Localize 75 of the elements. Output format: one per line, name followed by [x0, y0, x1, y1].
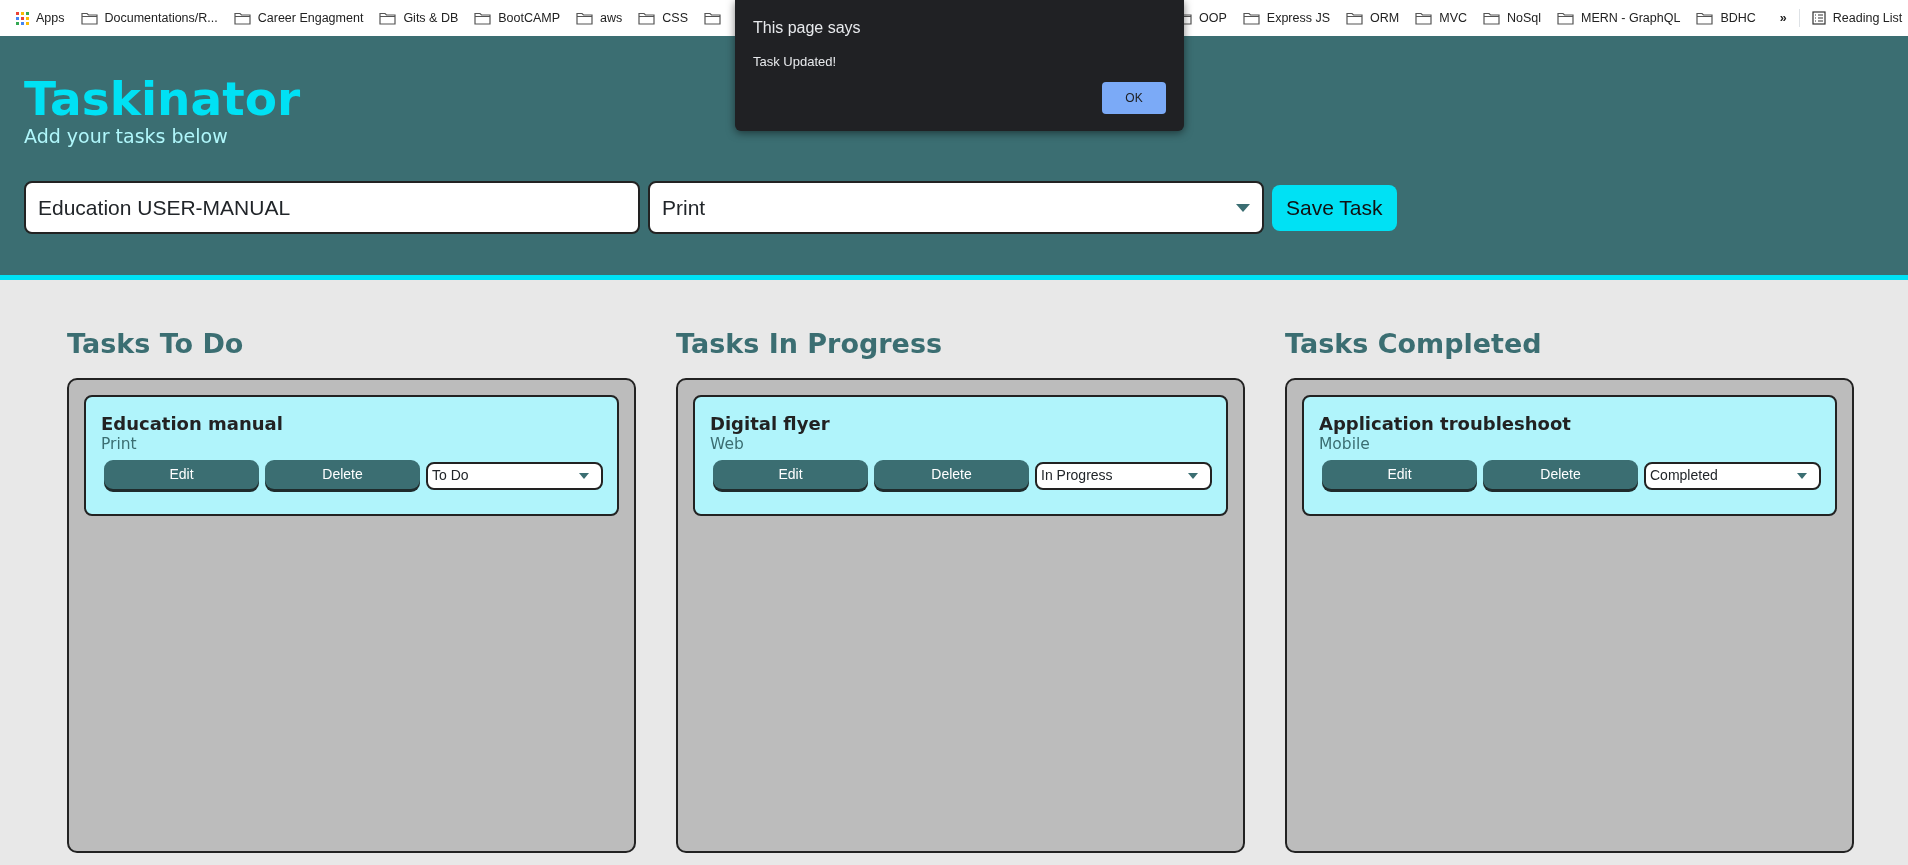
caret-icon: [579, 472, 589, 479]
apps-grid-icon: [16, 11, 29, 25]
bookmark-folder[interactable]: Career Engagment: [229, 6, 368, 30]
bookmark-label: Express JS: [1266, 9, 1331, 27]
bookmark-folder[interactable]: Gits & DB: [375, 6, 463, 30]
bookmark-label: Documentations/R...: [104, 9, 218, 27]
edit-button[interactable]: Edit: [104, 460, 259, 490]
folder-icon: [1415, 11, 1433, 25]
bookmark-folder[interactable]: BootCAMP: [470, 6, 565, 30]
save-task-button[interactable]: Save Task: [1272, 185, 1397, 231]
task-name: Education manual: [101, 413, 284, 435]
dialog-message: Task Updated!: [753, 53, 838, 71]
bookmark-label: Apps: [36, 9, 65, 27]
folder-icon: [1346, 11, 1364, 25]
status-select[interactable]: In Progress: [1035, 461, 1212, 490]
task-name: Digital flyer: [710, 413, 831, 435]
bookmark-folder[interactable]: MERN - GraphQL: [1553, 6, 1685, 30]
edit-button[interactable]: Edit: [1322, 460, 1477, 490]
bookmark-label: NoSql: [1507, 9, 1542, 27]
edit-button[interactable]: Edit: [713, 460, 868, 490]
folder-icon: [1242, 11, 1260, 25]
column-title: Tasks To Do: [67, 328, 245, 361]
folder-icon: [1483, 11, 1500, 25]
bookmark-label: CSS: [662, 9, 689, 27]
bookmark-label: ORM: [1370, 9, 1400, 27]
bookmark-folder[interactable]: CSS: [634, 6, 693, 30]
delete-button[interactable]: Delete: [1483, 460, 1638, 490]
folder-icon: [1557, 11, 1575, 25]
task-name-field[interactable]: Education USER-MANUAL: [24, 181, 640, 235]
bookmark-label: MERN - GraphQL: [1581, 9, 1681, 27]
folder-icon: [576, 11, 594, 25]
list-icon: [1811, 11, 1826, 25]
overflow-chevron[interactable]: »: [1775, 6, 1791, 30]
folder-icon: [80, 11, 98, 25]
app-subtitle: Add your tasks below: [24, 124, 228, 148]
delete-button[interactable]: Delete: [874, 460, 1029, 490]
folder-icon: [379, 11, 397, 25]
bookmark-folder[interactable]: aws: [572, 6, 627, 30]
status-select[interactable]: To Do: [426, 461, 603, 490]
bookmark-folder[interactable]: NoSql: [1479, 6, 1546, 30]
caret-icon: [1188, 472, 1198, 479]
status-select[interactable]: Completed: [1644, 461, 1821, 490]
caret-icon: [1236, 204, 1250, 212]
folder-icon: [1696, 11, 1714, 25]
bookmark-folder[interactable]: ORM: [1342, 6, 1404, 30]
reading-list-button[interactable]: Reading List: [1807, 6, 1907, 30]
task-type: Web: [710, 435, 745, 454]
bookmark-label: BDHC: [1720, 9, 1756, 27]
bookmark-label: Gits & DB: [403, 9, 459, 27]
app-title: Taskinator: [24, 73, 301, 125]
folder-icon: [638, 11, 656, 25]
caret-icon: [1797, 472, 1807, 479]
bookmark-folder[interactable]: Documentations/R...: [76, 6, 222, 30]
bookmark-label: aws: [600, 9, 623, 27]
bookmark-label: BootCAMP: [498, 9, 561, 27]
delete-button[interactable]: Delete: [265, 460, 420, 490]
bookmark-label: OOP: [1199, 9, 1227, 27]
column-title: Tasks In Progress: [676, 328, 944, 361]
task-type: Print: [101, 435, 138, 454]
bookmark-folder[interactable]: Express JS: [1238, 6, 1335, 30]
folder-icon: [474, 11, 492, 25]
task-name: Application troubleshoot: [1319, 413, 1572, 435]
bookmark-label: MVC: [1439, 9, 1467, 27]
dialog-title: This page says: [753, 18, 862, 38]
ok-button[interactable]: OK: [1102, 82, 1166, 114]
task-type: Mobile: [1319, 435, 1371, 454]
task-type-select[interactable]: Print: [648, 181, 1264, 235]
column-title: Tasks Completed: [1285, 328, 1543, 361]
bookmark-folder[interactable]: MVC: [1411, 6, 1471, 30]
bookmark-label: Reading List: [1832, 9, 1903, 27]
apps-shortcut[interactable]: Apps: [12, 6, 69, 30]
bookmark-label: Career Engagment: [257, 9, 364, 27]
bookmark-folder[interactable]: BDHC: [1692, 6, 1760, 30]
folder-icon: [704, 11, 722, 25]
folder-icon: [233, 11, 251, 25]
